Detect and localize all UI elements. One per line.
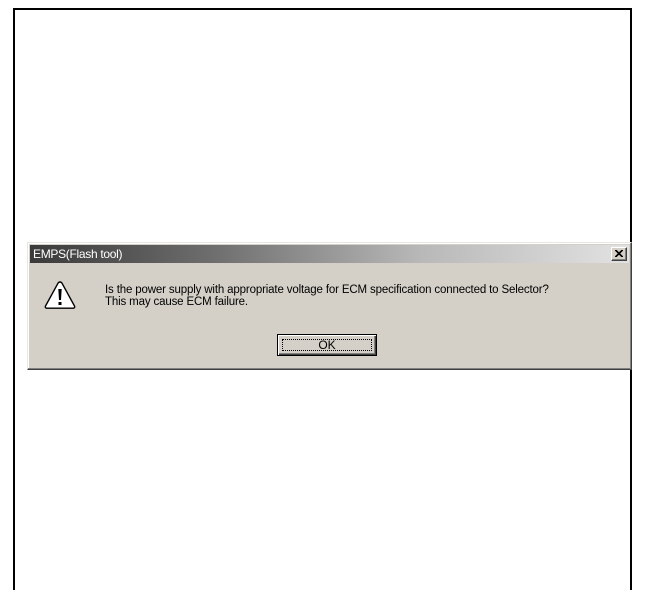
dialog-title: EMPS(Flash tool) bbox=[33, 247, 123, 261]
message-line-2: This may cause ECM failure. bbox=[105, 296, 248, 308]
dialog-message: Is the power supply with appropriate vol… bbox=[105, 284, 549, 308]
dialog-titlebar[interactable]: EMPS(Flash tool) bbox=[30, 245, 629, 263]
close-icon bbox=[615, 250, 623, 257]
message-line-1: Is the power supply with appropriate vol… bbox=[105, 284, 549, 296]
warning-icon bbox=[44, 281, 76, 309]
message-dialog: EMPS(Flash tool) Is the power supply wit… bbox=[27, 242, 632, 370]
ok-button[interactable]: OK bbox=[277, 334, 377, 356]
close-button[interactable] bbox=[611, 247, 627, 261]
ok-button-label: OK bbox=[318, 338, 336, 352]
